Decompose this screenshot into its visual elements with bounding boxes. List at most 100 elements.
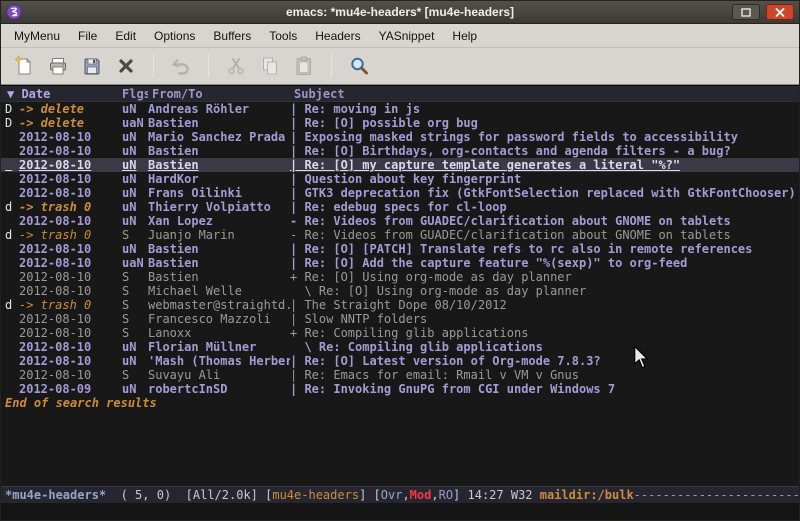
message-row[interactable]: D -> delete uaN Bastien | Re: [O] possib… bbox=[1, 116, 799, 130]
mu4e-headers-buffer: ▼ Date Flgs From/To Subject D -> delete … bbox=[1, 85, 799, 486]
flags-cell: uN bbox=[118, 354, 148, 368]
message-row[interactable]: d -> trash 0 S webmaster@straightd... | … bbox=[1, 298, 799, 312]
menu-item-tools[interactable]: Tools bbox=[260, 25, 306, 47]
save-icon bbox=[80, 54, 104, 78]
mark-cell bbox=[1, 312, 15, 326]
modeline-segment-ro: RO bbox=[439, 488, 453, 502]
column-header-from[interactable]: From/To bbox=[148, 86, 290, 101]
mark-cell bbox=[1, 158, 15, 172]
date-cell: 2012-08-10 bbox=[15, 270, 118, 284]
menu-item-mymenu[interactable]: MyMenu bbox=[5, 25, 69, 47]
message-row[interactable]: d -> trash 0 uN Thierry Volpiatto | Re: … bbox=[1, 200, 799, 214]
message-row[interactable]: 2012-08-10 uaN Bastien | Re: [O] Add the… bbox=[1, 256, 799, 270]
from-cell: Bastien bbox=[148, 116, 290, 130]
message-row[interactable]: 2012-08-10 uN Frans Oilinki | GTK3 depre… bbox=[1, 186, 799, 200]
modeline-segment-plain: [ bbox=[374, 488, 381, 502]
mode-line[interactable]: *mu4e-headers* ( 5, 0) [All/2.0k] [mu4e-… bbox=[1, 486, 799, 503]
menu-item-help[interactable]: Help bbox=[443, 25, 486, 47]
mark-cell bbox=[1, 130, 15, 144]
new-file-button[interactable] bbox=[8, 51, 40, 81]
date-cell: -> delete bbox=[15, 102, 118, 116]
date-cell: -> trash 0 bbox=[15, 298, 118, 312]
mark-cell: d bbox=[1, 228, 15, 242]
column-header-flags[interactable]: Flgs bbox=[118, 86, 148, 101]
message-row[interactable]: 2012-08-10 uN 'Mash (Thomas Herbert) | R… bbox=[1, 354, 799, 368]
print-button[interactable] bbox=[42, 51, 74, 81]
subject-cell: \ Re: [O] Using org-mode as day planner bbox=[290, 284, 799, 298]
menu-item-headers[interactable]: Headers bbox=[306, 25, 369, 47]
subject-cell: - Re: Videos from GUADEC/clarification a… bbox=[290, 214, 799, 228]
save-button[interactable] bbox=[76, 51, 108, 81]
flags-cell: S bbox=[118, 368, 148, 382]
subject-cell: | Slow NNTP folders bbox=[290, 312, 799, 326]
subject-cell: | Re: Emacs for email: Rmail v VM v Gnus bbox=[290, 368, 799, 382]
flags-cell: uaN bbox=[118, 256, 148, 270]
subject-cell: | Re: [O] [PATCH] Translate refs to rc a… bbox=[290, 242, 799, 256]
date-cell: -> trash 0 bbox=[15, 228, 118, 242]
mark-cell bbox=[1, 284, 15, 298]
message-row[interactable]: 2012-08-10 S Lanoxx + Re: Compiling glib… bbox=[1, 326, 799, 340]
subject-cell: | Re: [O] Birthdays, org-contacts and ag… bbox=[290, 144, 799, 158]
from-cell: Suvayu Ali bbox=[148, 368, 290, 382]
date-cell: 2012-08-10 bbox=[15, 326, 118, 340]
menu-item-yasnippet[interactable]: YASnippet bbox=[370, 25, 444, 47]
from-cell: webmaster@straightd... bbox=[148, 298, 290, 312]
message-row[interactable]: 2012-08-10 uN HardKor | Question about k… bbox=[1, 172, 799, 186]
subject-cell: + Re: [O] Using org-mode as day planner bbox=[290, 270, 799, 284]
subject-cell: | Re: [O] my capture template generates … bbox=[290, 158, 799, 172]
date-cell: 2012-08-10 bbox=[15, 312, 118, 326]
message-row[interactable]: 2012-08-10 S Suvayu Ali | Re: Emacs for … bbox=[1, 368, 799, 382]
column-header-date[interactable]: ▼ Date bbox=[1, 86, 118, 101]
date-cell: -> trash 0 bbox=[15, 200, 118, 214]
message-row[interactable]: 2012-08-10 S Michael Welle \ Re: [O] Usi… bbox=[1, 284, 799, 298]
menu-item-file[interactable]: File bbox=[69, 25, 106, 47]
search-button[interactable] bbox=[343, 51, 375, 81]
date-cell: 2012-08-10 bbox=[15, 368, 118, 382]
date-cell: 2012-08-10 bbox=[15, 172, 118, 186]
cut-icon bbox=[224, 54, 248, 78]
subject-cell: | GTK3 deprecation fix (GtkFontSelection… bbox=[290, 186, 799, 200]
close-button[interactable] bbox=[110, 51, 142, 81]
message-row[interactable]: 2012-08-10 uN Xan Lopez - Re: Videos fro… bbox=[1, 214, 799, 228]
mark-cell bbox=[1, 382, 15, 396]
message-row[interactable]: 2012-08-10 uN Florian Müllner \ Re: Comp… bbox=[1, 340, 799, 354]
from-cell: Thierry Volpiatto bbox=[148, 200, 290, 214]
maximize-button[interactable] bbox=[732, 4, 760, 20]
toolbar bbox=[1, 48, 799, 85]
menu-item-edit[interactable]: Edit bbox=[106, 25, 145, 47]
message-row[interactable]: 2012-08-10 uN Mario Sanchez Prada | Expo… bbox=[1, 130, 799, 144]
flags-cell: S bbox=[118, 228, 148, 242]
from-cell: Bastien bbox=[148, 242, 290, 256]
from-cell: Bastien bbox=[148, 256, 290, 270]
mark-cell: d bbox=[1, 200, 15, 214]
mark-cell bbox=[1, 242, 15, 256]
mark-cell bbox=[1, 368, 15, 382]
copy-icon bbox=[258, 54, 282, 78]
from-cell: HardKor bbox=[148, 172, 290, 186]
message-row[interactable]: 2012-08-09 uN robertcInSD | Re: Invoking… bbox=[1, 382, 799, 396]
echo-area[interactable] bbox=[1, 503, 799, 520]
message-row[interactable]: 2012-08-10 uN Bastien | Re: [O] Birthday… bbox=[1, 144, 799, 158]
close-window-button[interactable] bbox=[766, 4, 794, 20]
new-file-icon bbox=[12, 54, 36, 78]
message-row[interactable]: 2012-08-10 S Bastien + Re: [O] Using org… bbox=[1, 270, 799, 284]
message-row[interactable]: d -> trash 0 S Juanjo Marin - Re: Videos… bbox=[1, 228, 799, 242]
column-header-subject[interactable]: Subject bbox=[290, 86, 799, 101]
from-cell: Florian Müllner bbox=[148, 340, 290, 354]
mark-cell bbox=[1, 144, 15, 158]
mark-cell bbox=[1, 354, 15, 368]
menu-item-options[interactable]: Options bbox=[145, 25, 204, 47]
mark-cell bbox=[1, 326, 15, 340]
message-row[interactable]: D -> delete uN Andreas Röhler | Re: movi… bbox=[1, 102, 799, 116]
undo-button bbox=[165, 51, 197, 81]
undo-icon bbox=[169, 54, 193, 78]
message-row[interactable]: 2012-08-10 S Francesco Mazzoli | Slow NN… bbox=[1, 312, 799, 326]
modeline-segment-plain: , bbox=[431, 488, 438, 502]
title-bar[interactable]: emacs: *mu4e-headers* [mu4e-headers] bbox=[1, 1, 799, 24]
menu-item-buffers[interactable]: Buffers bbox=[204, 25, 260, 47]
message-row[interactable]: 2012-08-10 uN Bastien | Re: [O] [PATCH] … bbox=[1, 242, 799, 256]
message-row[interactable]: 2012-08-10 uN Bastien | Re: [O] my captu… bbox=[1, 158, 799, 172]
subject-cell: | Exposing masked strings for password f… bbox=[290, 130, 799, 144]
date-cell: 2012-08-10 bbox=[15, 130, 118, 144]
mark-cell bbox=[1, 340, 15, 354]
